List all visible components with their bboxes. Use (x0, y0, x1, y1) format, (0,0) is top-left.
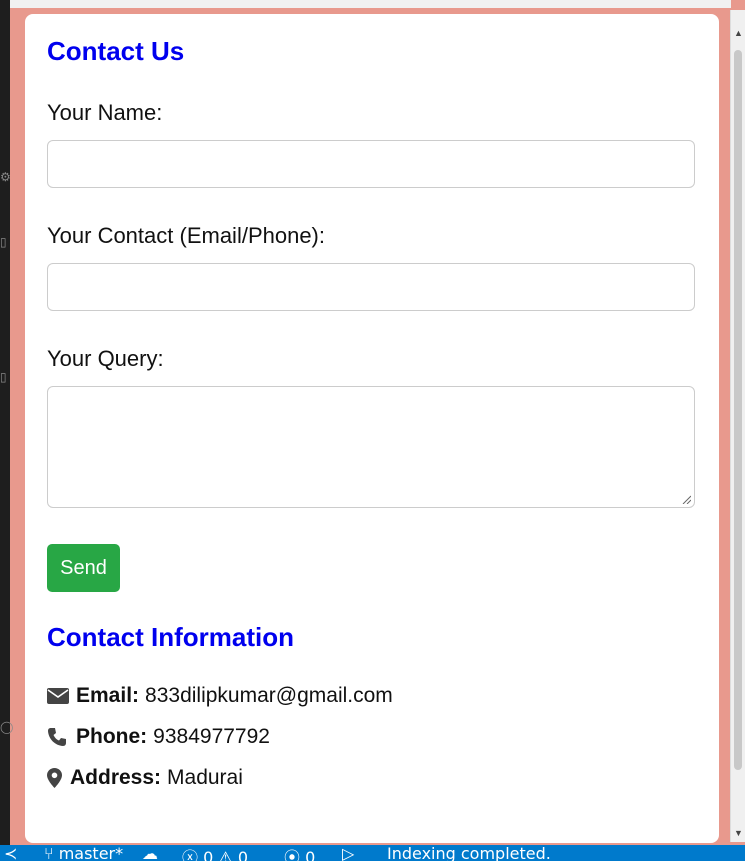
email-label: Email: (76, 684, 140, 707)
query-textarea[interactable] (47, 386, 695, 508)
scroll-down-icon[interactable]: ▼ (734, 828, 743, 838)
contact-label: Your Contact (Email/Phone): (47, 223, 325, 248)
query-label: Your Query: (47, 346, 164, 371)
phone-row: Phone: 9384977792 (47, 725, 270, 749)
address-value: Madurai (167, 766, 243, 789)
resize-handle-icon[interactable] (681, 494, 691, 504)
scrollbar-thumb[interactable] (734, 50, 742, 770)
status-message: Indexing completed. (387, 845, 551, 861)
phone-value: 9384977792 (153, 725, 270, 748)
source-control-icon: ⑂ (44, 845, 54, 861)
name-label: Your Name: (47, 100, 163, 125)
email-row: Email: 833dilipkumar@gmail.com (47, 684, 393, 708)
send-button[interactable]: Send (47, 544, 120, 592)
contact-card: Contact Us Your Name: Your Contact (Emai… (25, 14, 719, 843)
cloud-sync-icon[interactable]: ☁ (142, 845, 158, 861)
phone-label: Phone: (76, 725, 148, 748)
ports-indicator[interactable]: ⦿ 0 (284, 845, 315, 861)
branch-indicator[interactable]: ⑂ master* (44, 845, 123, 861)
broadcast-icon: ⦿ (284, 848, 301, 861)
remote-icon[interactable]: ≺ (4, 845, 17, 861)
debug-icon[interactable]: ⚙ (0, 170, 11, 184)
ports-count: 0 (305, 848, 316, 861)
warning-count: 0 (237, 848, 249, 861)
editor-activity-strip: ⚙ ▯ ▯ ◯ (0, 0, 13, 861)
phone-icon (47, 727, 69, 747)
email-value: 833dilipkumar@gmail.com (145, 684, 393, 707)
contact-us-heading: Contact Us (47, 36, 185, 66)
status-bar: ≺ ⑂ master* ☁ ⓧ 0 ⚠ 0 ⦿ 0 ▷ Indexing com… (0, 845, 745, 861)
scroll-up-icon[interactable]: ▲ (734, 28, 743, 38)
contact-information-heading: Contact Information (47, 622, 294, 652)
browser-top-bar (10, 0, 731, 8)
error-icon: ⓧ (182, 848, 199, 861)
error-count: 0 (203, 848, 214, 861)
vertical-scrollbar[interactable]: ▲ ▼ (730, 10, 745, 842)
account-icon[interactable]: ◯ (0, 720, 13, 734)
panel-icon[interactable]: ▯ (0, 235, 7, 249)
address-row: Address: Madurai (47, 766, 243, 790)
envelope-icon (47, 686, 69, 706)
problems-indicator[interactable]: ⓧ 0 ⚠ 0 (182, 845, 248, 861)
contact-input[interactable] (47, 263, 695, 311)
panel-icon-2[interactable]: ▯ (0, 370, 7, 384)
branch-name: master* (58, 845, 124, 861)
warning-icon: ⚠ (218, 848, 233, 861)
address-label: Address: (70, 766, 162, 789)
run-icon[interactable]: ▷ (342, 845, 354, 861)
map-marker-icon (47, 768, 63, 788)
name-input[interactable] (47, 140, 695, 188)
